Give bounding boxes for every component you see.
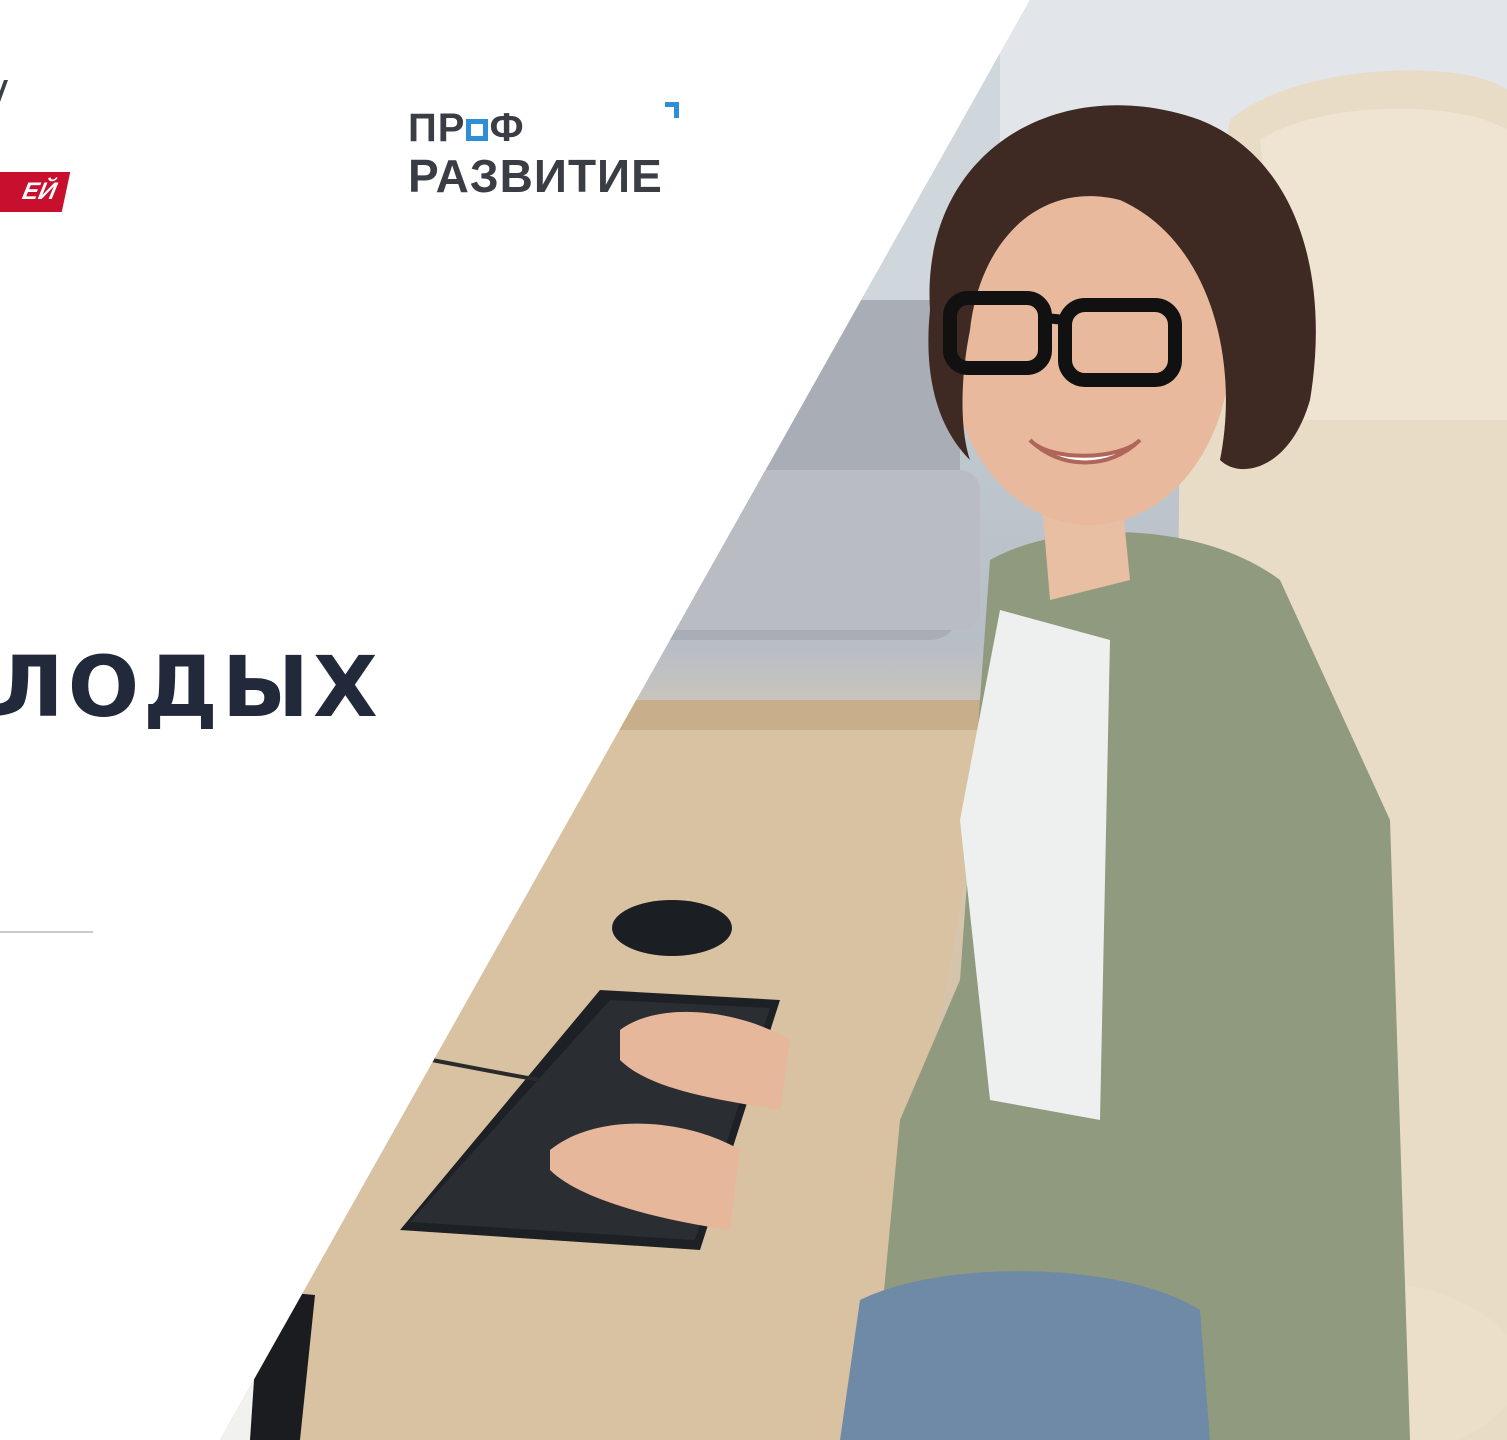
slide: ЕЙ ПР Ф РАЗВИТИЕ ЛОДЫХ [0, 0, 1507, 1440]
logo-line-1: ПР Ф [408, 102, 679, 150]
slide-title: ЛОДЫХ [0, 638, 382, 736]
logo-line-1-start: ПР [408, 106, 466, 150]
logo-line-2: РАЗВИТИЕ [408, 150, 663, 202]
logo-line-1-end: Ф [489, 106, 525, 150]
logo-ribbon: ЕЙ [0, 172, 71, 212]
logo-square-icon [466, 119, 489, 141]
logo-mark-icon [0, 80, 9, 102]
divider [0, 931, 93, 933]
prof-razvitie-logo: ПР Ф РАЗВИТИЕ [408, 102, 679, 202]
logo-corner-icon [664, 102, 679, 118]
